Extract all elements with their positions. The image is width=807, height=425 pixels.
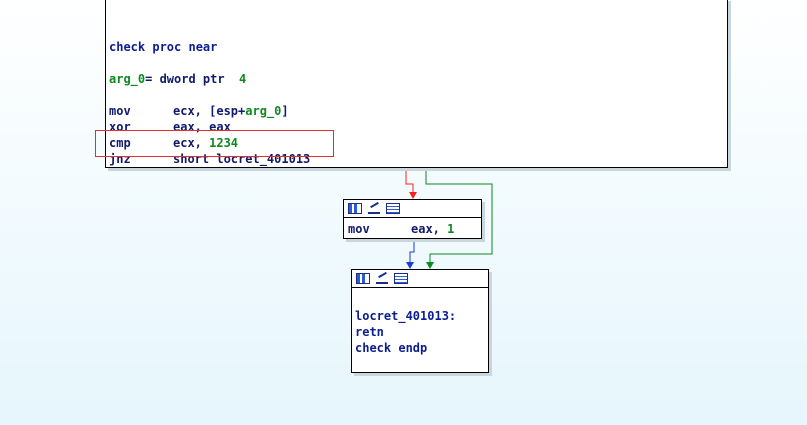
node-toolbar	[344, 200, 481, 218]
graph-icon[interactable]	[348, 203, 362, 214]
edge-red	[405, 168, 414, 195]
list-icon[interactable]	[386, 203, 400, 214]
proc-declaration: check proc near	[109, 40, 218, 54]
arg-offset: 4	[239, 72, 247, 86]
edit-icon[interactable]	[376, 273, 388, 284]
operand: eax,	[411, 222, 448, 236]
locret-label: locret_401013:	[355, 309, 457, 323]
cmp-highlight-box	[95, 130, 334, 157]
edge-blue-arrowhead	[406, 262, 414, 269]
arg-reference: arg_0	[245, 104, 282, 118]
node-toolbar	[352, 270, 488, 288]
immediate-value: 1	[447, 222, 455, 236]
mov-eax-node[interactable]: mov eax, 1	[343, 199, 482, 239]
code-line: arg_0= dword ptr 4	[109, 71, 727, 87]
edge-red-arrowhead	[409, 192, 417, 199]
edit-icon[interactable]	[368, 203, 380, 214]
mov-instruction: mov eax, 1	[344, 218, 481, 237]
mnemonic: mov	[109, 104, 131, 118]
arg-label: arg_0	[109, 72, 146, 86]
locret-node[interactable]: locret_401013: retn check endp	[351, 269, 489, 373]
edge-blue	[409, 239, 415, 265]
proc-end-line: check endp	[355, 341, 428, 355]
operand: ecx, [esp+	[173, 104, 246, 118]
operand: ]	[281, 104, 289, 118]
list-icon[interactable]	[394, 273, 408, 284]
retn-instruction: retn	[355, 325, 384, 339]
edge-green-arrowhead	[426, 262, 434, 269]
code-line: mov ecx, [esp+arg_0]	[109, 103, 727, 119]
mnemonic: mov	[348, 222, 370, 236]
code-line: check proc near	[109, 39, 727, 55]
graph-icon[interactable]	[356, 273, 370, 284]
arg-definition: = dword ptr	[145, 72, 240, 86]
